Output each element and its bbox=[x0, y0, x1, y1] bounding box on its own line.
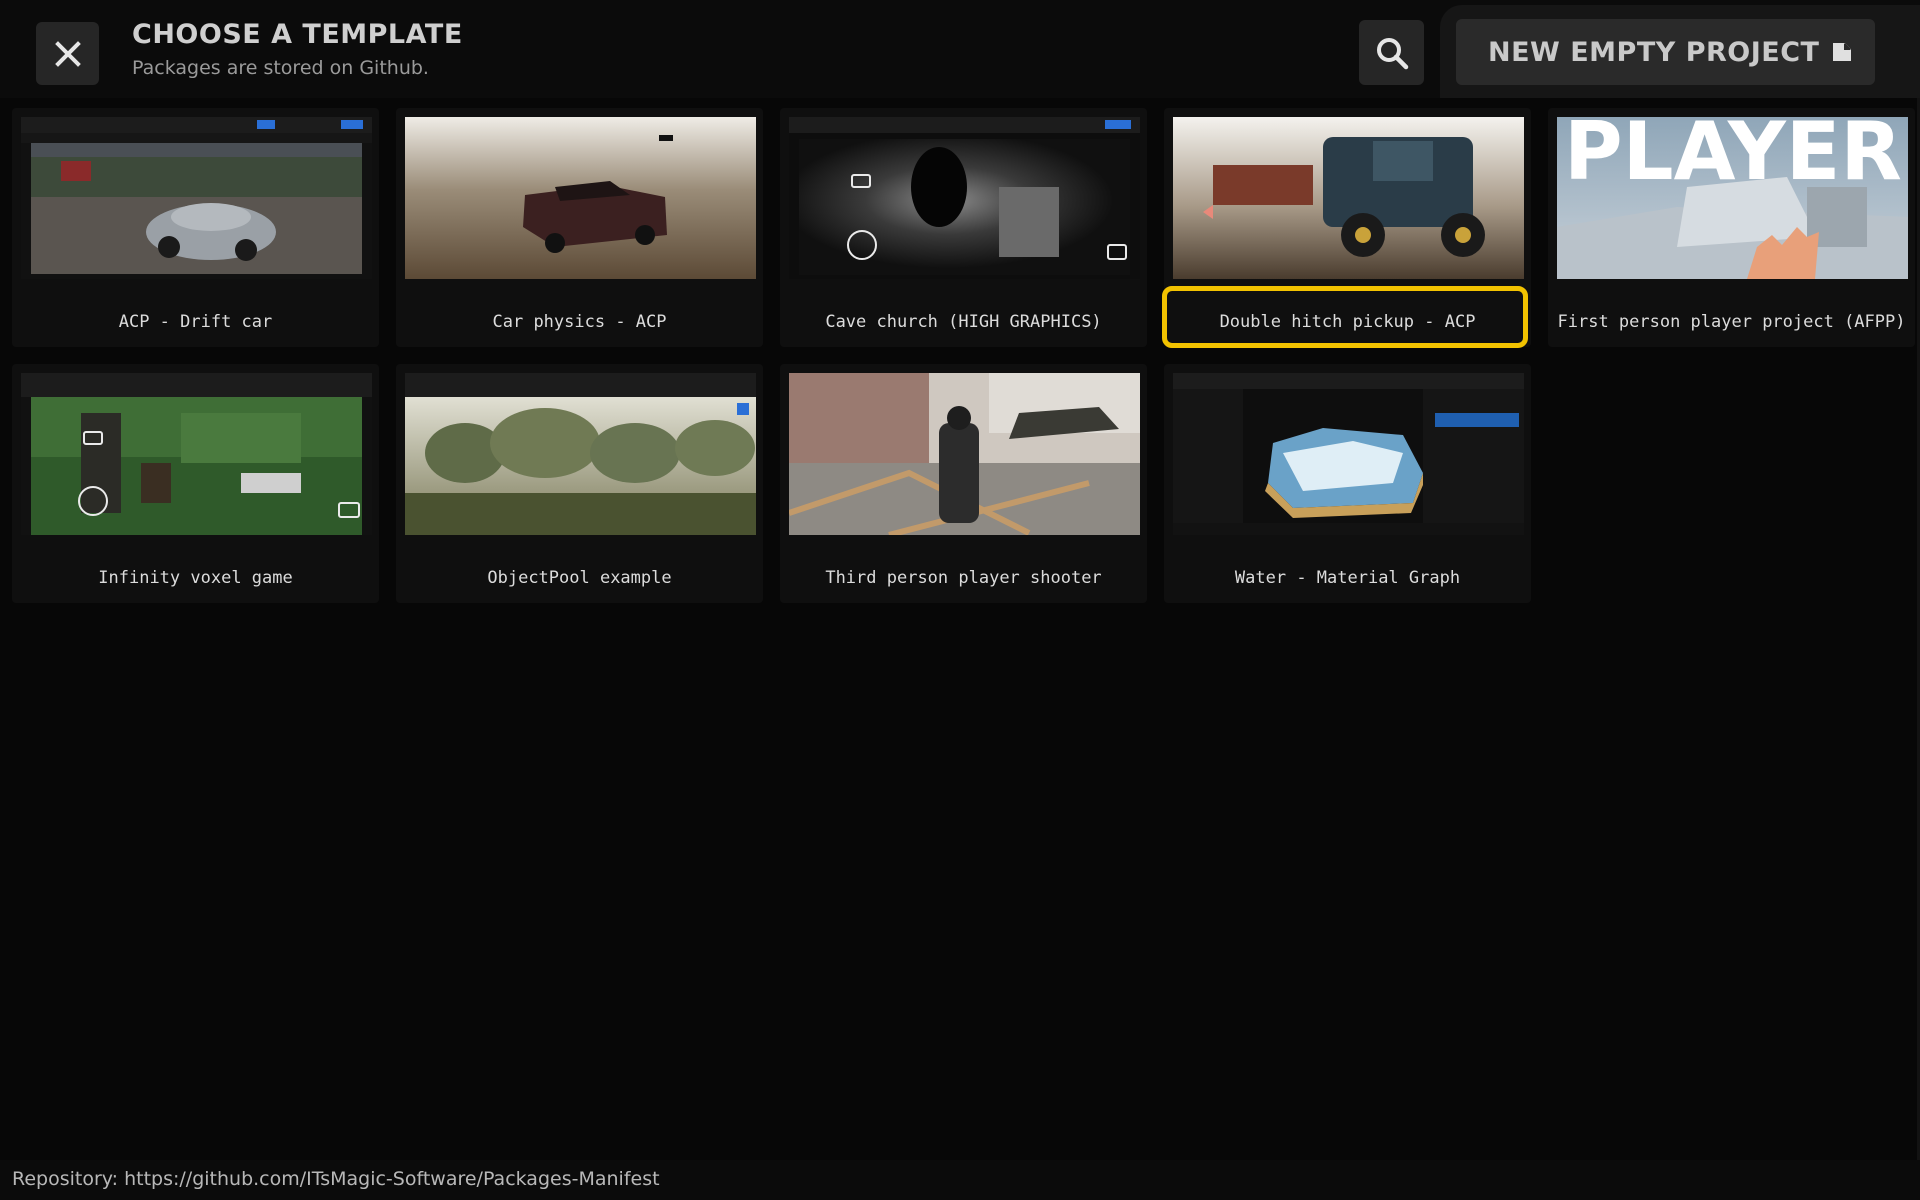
water-material-graph-thumbnail bbox=[1173, 373, 1524, 535]
template-card-afpp[interactable]: PLAYER First person player project (AFPP… bbox=[1548, 108, 1915, 347]
afpp-thumbnail: PLAYER bbox=[1557, 117, 1908, 279]
template-label: Infinity voxel game bbox=[98, 568, 293, 588]
template-label: ACP - Drift car bbox=[118, 312, 273, 332]
template-thumbnail bbox=[1173, 373, 1524, 535]
repository-link[interactable]: Repository: https://github.com/ITsMagic-… bbox=[12, 1168, 660, 1190]
template-card-car-physics[interactable]: Car physics - ACP bbox=[396, 108, 763, 347]
template-label: Third person player shooter bbox=[825, 568, 1102, 588]
footer: Repository: https://github.com/ITsMagic-… bbox=[0, 1160, 1920, 1200]
template-card-double-hitch-pickup[interactable]: Double hitch pickup - ACP bbox=[1162, 108, 1531, 348]
objectpool-thumbnail bbox=[405, 373, 756, 535]
new-empty-project-label: NEW EMPTY PROJECT bbox=[1488, 37, 1820, 68]
template-label: Cave church (HIGH GRAPHICS) bbox=[825, 312, 1102, 332]
close-icon bbox=[54, 40, 81, 67]
search-button[interactable] bbox=[1359, 20, 1424, 85]
template-label: Car physics - ACP bbox=[492, 312, 667, 332]
third-person-shooter-thumbnail bbox=[789, 373, 1140, 535]
template-label: First person player project (AFPP) bbox=[1557, 312, 1906, 332]
drift-car-thumbnail bbox=[21, 117, 372, 279]
template-label: Water - Material Graph bbox=[1234, 568, 1461, 588]
template-thumbnail bbox=[21, 373, 372, 535]
template-thumbnail bbox=[789, 373, 1140, 535]
template-thumbnail bbox=[405, 373, 756, 535]
file-icon bbox=[1833, 43, 1851, 61]
template-thumbnail bbox=[21, 117, 372, 279]
cave-church-thumbnail bbox=[789, 117, 1140, 279]
template-card-objectpool[interactable]: ObjectPool example bbox=[396, 364, 763, 603]
template-card-water-material-graph[interactable]: Water - Material Graph bbox=[1164, 364, 1531, 603]
template-thumbnail bbox=[405, 117, 756, 279]
template-card-infinity-voxel[interactable]: Infinity voxel game bbox=[12, 364, 379, 603]
template-thumbnail: PLAYER bbox=[1557, 117, 1908, 279]
infinity-voxel-thumbnail bbox=[21, 373, 372, 535]
template-thumbnail bbox=[789, 117, 1140, 279]
page-subtitle: Packages are stored on Github. bbox=[132, 57, 429, 79]
template-card-acp-drift-car[interactable]: ACP - Drift car bbox=[12, 108, 379, 347]
selection-highlight bbox=[1162, 286, 1528, 348]
template-card-cave-church[interactable]: Cave church (HIGH GRAPHICS) bbox=[780, 108, 1147, 347]
car-physics-thumbnail bbox=[405, 117, 756, 279]
template-label: ObjectPool example bbox=[487, 568, 672, 588]
close-button[interactable] bbox=[36, 22, 99, 85]
search-icon bbox=[1376, 37, 1408, 69]
new-empty-project-button[interactable]: NEW EMPTY PROJECT bbox=[1456, 19, 1875, 85]
template-thumbnail bbox=[1173, 117, 1524, 279]
page-title: CHOOSE A TEMPLATE bbox=[132, 19, 463, 50]
double-hitch-pickup-thumbnail bbox=[1173, 117, 1524, 279]
template-card-third-person-shooter[interactable]: Third person player shooter bbox=[780, 364, 1147, 603]
afpp-banner-text: PLAYER bbox=[1564, 117, 1902, 198]
